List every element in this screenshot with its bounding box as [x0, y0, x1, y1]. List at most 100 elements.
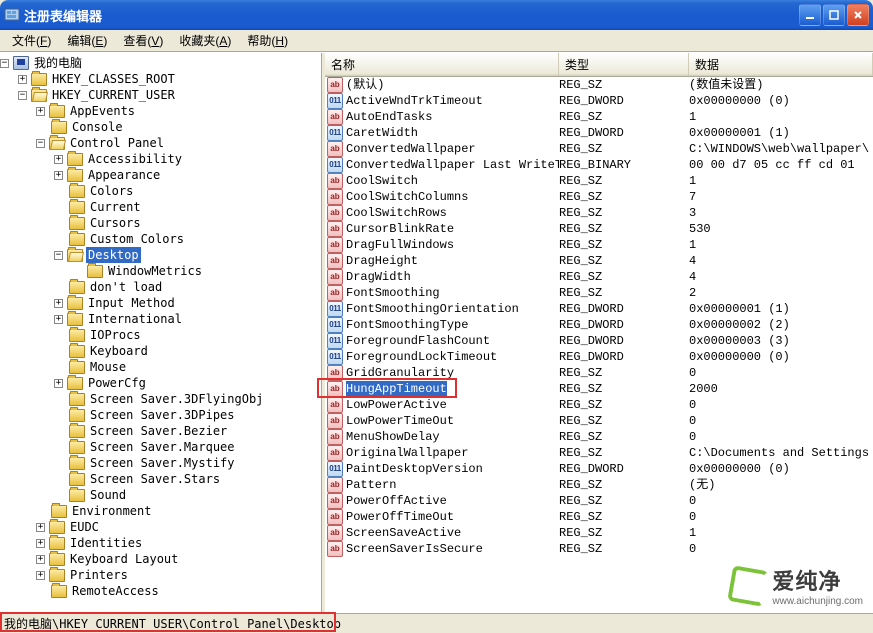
value-row[interactable]: GridGranularityREG_SZ0 [325, 365, 873, 381]
tree-label: Desktop [86, 247, 141, 263]
minimize-button[interactable] [799, 4, 821, 26]
menu-文件[interactable]: 文件(F) [4, 30, 59, 51]
tree-pane[interactable]: −我的电脑+HKEY_CLASSES_ROOT−HKEY_CURRENT_USE… [0, 53, 322, 613]
expander-icon[interactable]: + [36, 539, 45, 548]
tree-node[interactable]: RemoteAccess [0, 583, 321, 599]
menu-帮助[interactable]: 帮助(H) [239, 30, 296, 51]
value-row[interactable]: CoolSwitchColumnsREG_SZ7 [325, 189, 873, 205]
menu-查看[interactable]: 查看(V) [115, 30, 171, 51]
tree-node[interactable]: Keyboard [0, 343, 321, 359]
value-row[interactable]: CoolSwitchREG_SZ1 [325, 173, 873, 189]
value-row[interactable]: LowPowerActiveREG_SZ0 [325, 397, 873, 413]
value-row[interactable]: CaretWidthREG_DWORD0x00000001 (1) [325, 125, 873, 141]
column-header-name[interactable]: 名称 [325, 53, 559, 76]
tree-node[interactable]: Screen Saver.Mystify [0, 455, 321, 471]
tree-node[interactable]: −HKEY_CURRENT_USER [0, 87, 321, 103]
expander-icon[interactable]: − [18, 91, 27, 100]
tree-node[interactable]: +International [0, 311, 321, 327]
tree-node[interactable]: IOProcs [0, 327, 321, 343]
tree-node[interactable]: +Accessibility [0, 151, 321, 167]
value-row[interactable]: PatternREG_SZ(无) [325, 477, 873, 493]
value-row[interactable]: PaintDesktopVersionREG_DWORD0x00000000 (… [325, 461, 873, 477]
value-name: ForegroundFlashCount [346, 333, 490, 349]
expander-icon[interactable]: − [54, 251, 63, 260]
value-name: DragHeight [346, 253, 418, 269]
binary-value-icon [327, 125, 343, 141]
tree-node[interactable]: Screen Saver.3DFlyingObj [0, 391, 321, 407]
tree-node[interactable]: Screen Saver.Marquee [0, 439, 321, 455]
value-row[interactable]: AutoEndTasksREG_SZ1 [325, 109, 873, 125]
tree-node[interactable]: +EUDC [0, 519, 321, 535]
value-row[interactable]: OriginalWallpaperREG_SZC:\Documents and … [325, 445, 873, 461]
tree-node[interactable]: Colors [0, 183, 321, 199]
maximize-button[interactable] [823, 4, 845, 26]
tree-node[interactable]: −我的电脑 [0, 55, 321, 71]
tree-node[interactable]: Environment [0, 503, 321, 519]
menu-编辑[interactable]: 编辑(E) [59, 30, 115, 51]
tree-node[interactable]: − Desktop [0, 247, 321, 263]
tree-node[interactable]: Sound [0, 487, 321, 503]
expander-icon[interactable]: + [54, 155, 63, 164]
expander-icon[interactable]: + [54, 299, 63, 308]
tree-node[interactable]: Custom Colors [0, 231, 321, 247]
tree-node[interactable]: +AppEvents [0, 103, 321, 119]
tree-node[interactable]: Console [0, 119, 321, 135]
tree-node[interactable]: Current [0, 199, 321, 215]
expander-icon[interactable]: + [36, 107, 45, 116]
expander-icon[interactable]: + [54, 379, 63, 388]
close-button[interactable] [847, 4, 869, 26]
expander-icon[interactable]: + [36, 571, 45, 580]
value-row[interactable]: ActiveWndTrkTimeoutREG_DWORD0x00000000 (… [325, 93, 873, 109]
value-row[interactable]: DragWidthREG_SZ4 [325, 269, 873, 285]
menu-收藏夹[interactable]: 收藏夹(A) [171, 30, 239, 51]
value-row[interactable]: DragFullWindowsREG_SZ1 [325, 237, 873, 253]
value-row[interactable]: ForegroundLockTimeoutREG_DWORD0x00000000… [325, 349, 873, 365]
expander-icon[interactable]: + [54, 171, 63, 180]
tree-node[interactable]: Screen Saver.Bezier [0, 423, 321, 439]
value-row[interactable]: ForegroundFlashCountREG_DWORD0x00000003 … [325, 333, 873, 349]
tree-node[interactable]: don't load [0, 279, 321, 295]
folder-icon [49, 105, 65, 118]
value-name: OriginalWallpaper [346, 445, 468, 461]
tree-node[interactable]: WindowMetrics [0, 263, 321, 279]
value-row[interactable]: (默认)REG_SZ(数值未设置) [325, 77, 873, 93]
value-data: 0x00000000 (0) [689, 93, 873, 109]
tree-node[interactable]: Screen Saver.3DPipes [0, 407, 321, 423]
value-row[interactable]: DragHeightREG_SZ4 [325, 253, 873, 269]
value-row[interactable]: FontSmoothingREG_SZ2 [325, 285, 873, 301]
expander-icon[interactable]: − [0, 59, 9, 68]
column-header-data[interactable]: 数据 [689, 53, 873, 76]
tree-node[interactable]: Mouse [0, 359, 321, 375]
value-row[interactable]: LowPowerTimeOutREG_SZ0 [325, 413, 873, 429]
value-row[interactable]: ConvertedWallpaper Last WriteTimeREG_BIN… [325, 157, 873, 173]
tree-node[interactable]: +Input Method [0, 295, 321, 311]
expander-icon[interactable]: + [36, 555, 45, 564]
tree-node[interactable]: +PowerCfg [0, 375, 321, 391]
value-row[interactable]: HungAppTimeoutREG_SZ2000 [325, 381, 873, 397]
tree-node[interactable]: +HKEY_CLASSES_ROOT [0, 71, 321, 87]
tree-node[interactable]: Screen Saver.Stars [0, 471, 321, 487]
tree-node[interactable]: +Identities [0, 535, 321, 551]
value-row[interactable]: MenuShowDelayREG_SZ0 [325, 429, 873, 445]
tree-node[interactable]: Cursors [0, 215, 321, 231]
value-row[interactable]: CursorBlinkRateREG_SZ530 [325, 221, 873, 237]
value-row[interactable]: FontSmoothingOrientationREG_DWORD0x00000… [325, 301, 873, 317]
tree-node[interactable]: −Control Panel [0, 135, 321, 151]
value-row[interactable]: ScreenSaverIsSecureREG_SZ0 [325, 541, 873, 557]
value-row[interactable]: PowerOffActiveREG_SZ0 [325, 493, 873, 509]
value-row[interactable]: ConvertedWallpaperREG_SZC:\WINDOWS\web\w… [325, 141, 873, 157]
tree-node[interactable]: +Appearance [0, 167, 321, 183]
value-row[interactable]: CoolSwitchRowsREG_SZ3 [325, 205, 873, 221]
tree-node[interactable]: +Printers [0, 567, 321, 583]
expander-icon[interactable]: + [54, 315, 63, 324]
column-header-type[interactable]: 类型 [559, 53, 689, 76]
value-list-pane[interactable]: 名称 类型 数据 (默认)REG_SZ(数值未设置)ActiveWndTrkTi… [325, 53, 873, 613]
expander-icon[interactable]: − [36, 139, 45, 148]
expander-icon[interactable]: + [36, 523, 45, 532]
tree-node[interactable]: +Keyboard Layout [0, 551, 321, 567]
value-row[interactable]: FontSmoothingTypeREG_DWORD0x00000002 (2) [325, 317, 873, 333]
value-row[interactable]: ScreenSaveActiveREG_SZ1 [325, 525, 873, 541]
expander-icon[interactable]: + [18, 75, 27, 84]
value-row[interactable]: PowerOffTimeOutREG_SZ0 [325, 509, 873, 525]
value-type: REG_SZ [559, 493, 689, 509]
